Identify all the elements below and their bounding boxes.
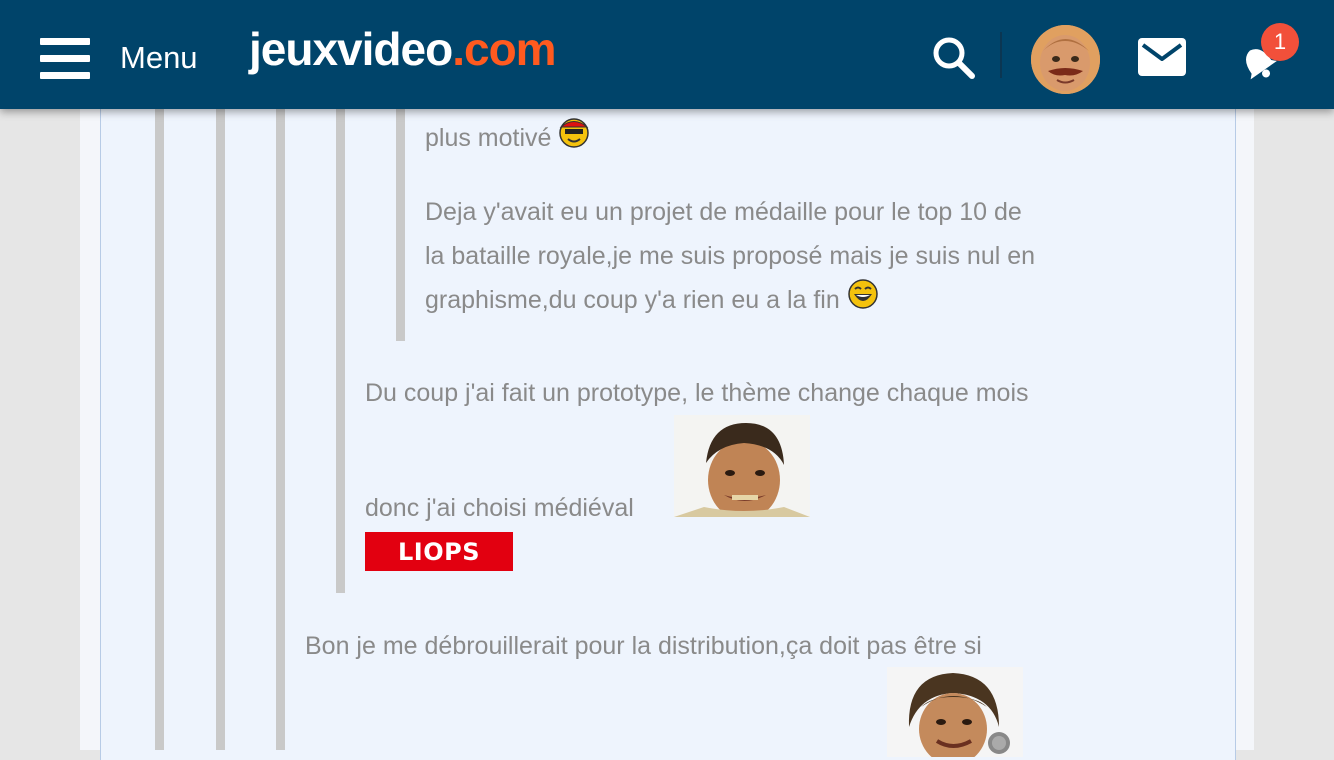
message-text-line: Bon je me débrouillerait pour la distrib… — [305, 632, 982, 660]
quote-text-line: Deja y'avait eu un projet de médaille po… — [425, 198, 1022, 226]
sticker-image[interactable] — [674, 415, 810, 517]
cool-smiley-icon — [558, 116, 590, 162]
laughing-smiley-icon — [847, 278, 879, 324]
menu-label[interactable]: Menu — [120, 40, 198, 76]
header-bar: Menu jeuxvideo.com 1 — [0, 0, 1334, 109]
site-logo[interactable]: jeuxvideo.com — [249, 22, 557, 76]
avatar[interactable] — [1031, 25, 1100, 94]
quote-text-line: Du coup j'ai fait un prototype, le thème… — [365, 379, 1029, 407]
notification-badge[interactable]: 1 — [1261, 23, 1299, 61]
quote-text-line: la bataille royale,je me suis proposé ma… — [425, 242, 1036, 270]
quote-text-line: donc j'ai choisi médiéval — [365, 494, 634, 522]
header-divider — [1000, 32, 1002, 78]
hamburger-icon[interactable] — [40, 38, 90, 80]
sticker-image[interactable] — [887, 667, 1023, 757]
page-margin-left — [0, 0, 80, 750]
mail-icon[interactable] — [1138, 38, 1186, 81]
quote-text-line: plus motivé — [425, 116, 590, 162]
quote-bar-level2 — [276, 0, 285, 750]
quote-text-line: graphisme,du coup y'a rien eu a la fin — [425, 278, 879, 324]
quote-bar-level1b — [216, 0, 225, 750]
search-icon[interactable] — [932, 36, 976, 85]
quote-bar-level1 — [155, 0, 164, 750]
liops-tag: LIOPS — [365, 532, 513, 571]
